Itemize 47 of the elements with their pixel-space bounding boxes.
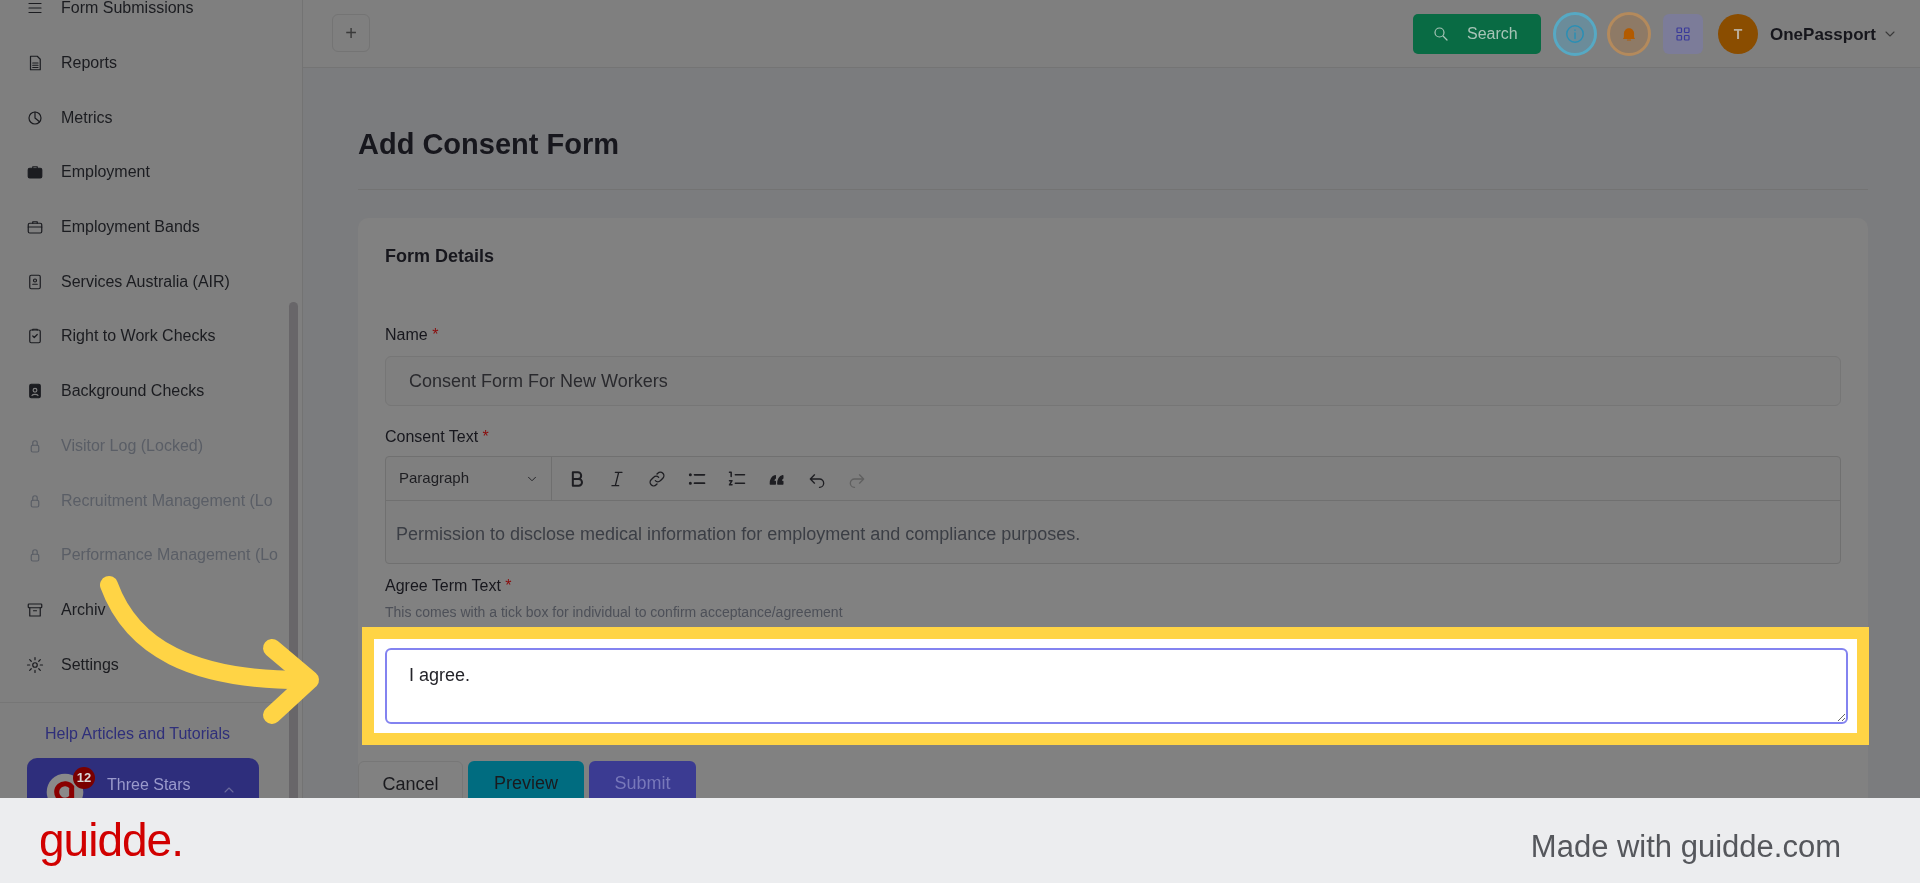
field-label: Agree Term Text * [385, 576, 512, 596]
credit-text: Made with guidde.com [1530, 828, 1841, 866]
page-title: Add Consent Form [358, 127, 619, 162]
clipboard-check-icon [26, 327, 44, 346]
field-label: Consent Text * [385, 427, 489, 447]
briefcase-icon [26, 218, 44, 237]
grid-icon [1674, 25, 1692, 43]
search-icon [1432, 25, 1450, 43]
help-link[interactable]: Help Articles and Tutorials [45, 722, 230, 746]
link-icon [647, 468, 667, 489]
sidebar-item[interactable]: Services Australia (AIR) [0, 254, 232, 310]
briefcase-icon [26, 163, 44, 182]
name-field[interactable]: Consent Form For New Workers [385, 356, 1841, 406]
sidebar-item[interactable]: Archiv [0, 582, 108, 638]
person-document-icon [26, 382, 44, 401]
consent-text: Permission to disclose medical information for employment and compliance purposes. [395, 523, 1082, 546]
rich-text-editor[interactable]: Paragraph Permission to disclose medical information for employment and compliance purposes. [385, 456, 1841, 564]
sidebar-item[interactable]: Form Submissions [0, 0, 196, 36]
sidebar-item[interactable]: Metrics [0, 90, 115, 146]
field-label: Name * [385, 325, 439, 345]
block-style-dropdown[interactable]: Paragraph [386, 456, 552, 501]
agree-text-field[interactable]: I agree. [385, 648, 1848, 724]
sidebar-item[interactable]: Employment Bands [0, 199, 202, 255]
account-name: Three Stars [107, 776, 191, 794]
form-button[interactable]: Cancel [358, 761, 463, 798]
archive-box-icon [26, 600, 44, 619]
sidebar-item[interactable]: Employment [0, 145, 152, 200]
account-card[interactable]: 12 Three Stars [27, 758, 259, 798]
sidebar-item[interactable]: Settings [0, 637, 121, 692]
search-button[interactable]: Search [1413, 14, 1541, 54]
form-button[interactable]: Submit [589, 761, 696, 798]
guidde-logo[interactable]: guidde. [39, 806, 183, 875]
sidebar-item[interactable]: Reports [0, 35, 120, 91]
notification-badge: 12 [73, 767, 95, 789]
avatar[interactable]: T [1718, 14, 1758, 54]
gear-icon [26, 655, 44, 674]
sidebar-item[interactable]: Background Checks [0, 363, 207, 419]
info-icon [1564, 23, 1586, 45]
pie-chart-icon [26, 108, 44, 127]
add-button[interactable]: + [332, 14, 370, 52]
form-title: Form Details [385, 245, 495, 268]
sidebar-item[interactable]: Right to Work Checks [0, 309, 218, 364]
id-card-icon [26, 272, 44, 291]
scrollbar[interactable] [289, 302, 298, 798]
bell-icon [1620, 25, 1638, 43]
form-button[interactable]: Preview [468, 761, 584, 798]
account-menu[interactable]: OnePassport [1770, 22, 1876, 48]
